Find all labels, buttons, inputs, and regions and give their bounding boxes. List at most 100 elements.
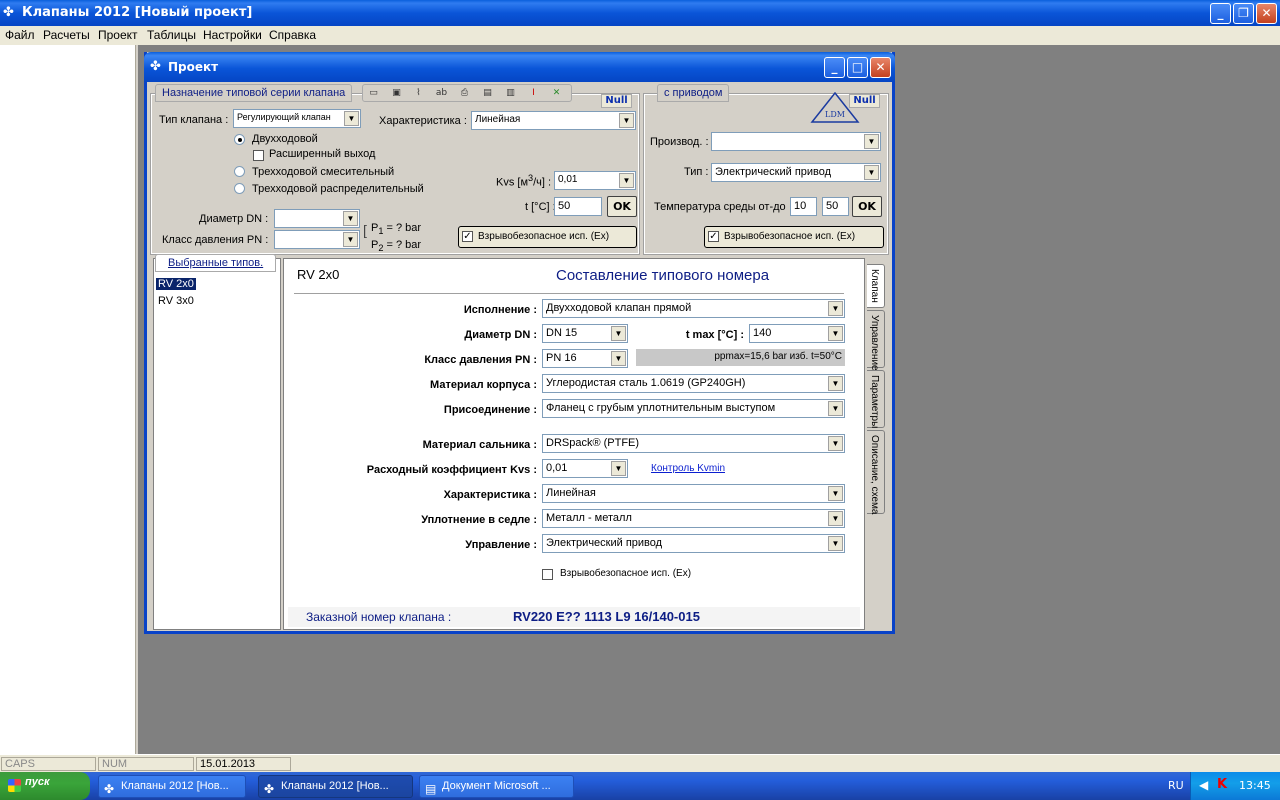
compose-panel: RV 2x0 Составление типового номера Испол… — [283, 258, 865, 630]
manufacturer-select[interactable]: ▼ — [711, 132, 881, 151]
menu-settings[interactable]: Настройки — [203, 28, 262, 42]
gland-material-value: DRSpack® (PTFE) — [546, 437, 640, 449]
radio-three-way-mixing[interactable] — [234, 166, 245, 177]
menu-project[interactable]: Проект — [98, 28, 138, 42]
connection-value: Фланец с грубым уплотнительным выступом — [546, 402, 776, 414]
tmax-value: 140 — [753, 327, 772, 339]
chevron-down-icon: ▼ — [619, 113, 634, 128]
seat-seal-select[interactable]: Металл - металл ▼ — [542, 509, 845, 528]
radio-three-way-distributing[interactable] — [234, 183, 245, 194]
pdf-export-icon[interactable]: ▥ — [502, 85, 519, 102]
kvs-value: 0,01 — [558, 174, 578, 185]
pn-select[interactable]: ▼ — [274, 230, 360, 249]
selected-list[interactable]: RV 2x0 RV 3x0 — [153, 258, 281, 630]
valve-type-select[interactable]: Регулирующий клапан ▼ — [233, 109, 361, 128]
temp-from-input[interactable]: 10 — [790, 197, 817, 216]
menu-calculations[interactable]: Расчеты — [43, 28, 90, 42]
kvs-select[interactable]: 0,01 ▼ — [554, 171, 636, 190]
compose-ex-label: Взрывобезопасное исп. (Ex) — [560, 568, 692, 579]
kaspersky-icon[interactable]: K — [1217, 777, 1227, 792]
characteristic-label: Характеристика : — [379, 115, 467, 127]
menu-file[interactable]: Файл — [5, 28, 35, 42]
t-input[interactable]: 50 — [554, 197, 602, 216]
ex-checkbox-box[interactable]: ✓ Взрывобезопасное исп. (Ex) — [458, 226, 637, 248]
extended-outlet-checkbox[interactable] — [253, 150, 264, 161]
list-item[interactable]: RV 2x0 — [156, 278, 196, 290]
lower-panel: RV 2x0 RV 3x0 Выбранные типов. RV 2x0 Со… — [151, 254, 887, 632]
kvs-label-text: Kvs [м — [496, 176, 529, 189]
series-tab[interactable]: Назначение типовой серии клапана — [155, 84, 353, 102]
execution-select[interactable]: Двухходовой клапан прямой ▼ — [542, 299, 845, 318]
temp-to-input[interactable]: 50 — [822, 197, 849, 216]
t-ok-button[interactable]: OK — [607, 196, 637, 217]
chevron-down-icon: ▼ — [864, 134, 879, 149]
tab-valve[interactable]: Клапан — [867, 264, 885, 308]
back-arrow-icon[interactable]: ◀ — [1199, 778, 1208, 792]
image-icon[interactable]: ▣ — [388, 85, 405, 102]
order-number-bar: Заказной номер клапана : RV220 E?? 1113 … — [288, 607, 860, 627]
flow-coefficient-select[interactable]: 0,01 ▼ — [542, 459, 628, 478]
excel-icon[interactable]: ✕ — [548, 85, 565, 102]
connection-label: Присоединение : — [443, 404, 537, 416]
language-indicator[interactable]: RU — [1168, 779, 1184, 792]
menu-help[interactable]: Справка — [269, 28, 316, 42]
list-item[interactable]: RV 3x0 — [156, 295, 196, 307]
tab-description[interactable]: Описание, схема — [867, 430, 885, 514]
flow-coefficient-value: 0,01 — [546, 462, 568, 474]
ex-checkbox[interactable]: ✓ — [462, 231, 473, 242]
chevron-down-icon: ▼ — [344, 111, 359, 126]
chevron-down-icon: ▼ — [828, 536, 843, 551]
minimize-button[interactable]: _ — [1210, 3, 1231, 24]
temp-ok-button[interactable]: OK — [852, 196, 882, 217]
task-valves-2[interactable]: ✤ Клапаны 2012 [Нов... — [258, 775, 413, 798]
control-select[interactable]: Электрический привод ▼ — [542, 534, 845, 553]
ex-label: Взрывобезопасное исп. (Ex) — [478, 231, 610, 242]
paperclip-icon[interactable]: ⌇ — [410, 85, 427, 102]
start-button[interactable]: пуск — [0, 772, 90, 800]
gland-material-select[interactable]: DRSpack® (PTFE) ▼ — [542, 434, 845, 453]
selected-tab[interactable]: Выбранные типов. — [155, 254, 277, 272]
connection-select[interactable]: Фланец с грубым уплотнительным выступом ▼ — [542, 399, 845, 418]
valve-type-label: Тип клапана : — [159, 114, 229, 126]
clock[interactable]: 13:45 — [1239, 779, 1271, 792]
project-close-button[interactable]: ✕ — [870, 57, 891, 78]
menu-tables[interactable]: Таблицы — [147, 28, 196, 42]
project-minimize-button[interactable]: _ — [824, 57, 845, 78]
pdf-icon[interactable]: ▤ — [479, 85, 496, 102]
pane-splitter[interactable] — [136, 45, 138, 754]
compose-dn-select[interactable]: DN 15 ▼ — [542, 324, 628, 343]
close-button[interactable]: ✕ — [1256, 3, 1277, 24]
drive-type-select[interactable]: Электрический привод ▼ — [711, 163, 881, 182]
kvmin-link[interactable]: Контроль Kvmin — [651, 463, 725, 474]
windows-logo-icon — [8, 779, 21, 792]
task-label: Документ Microsoft ... — [442, 780, 551, 792]
tmax-select[interactable]: 140 ▼ — [749, 324, 845, 343]
restore-button[interactable]: ❐ — [1233, 3, 1254, 24]
task-valves-1[interactable]: ✤ Клапаны 2012 [Нов... — [98, 775, 246, 798]
status-bar: CAPS NUM 15.01.2013 — [0, 754, 1280, 772]
screen-icon[interactable]: ▭ — [365, 85, 382, 102]
text-field-icon[interactable]: ab — [433, 85, 450, 102]
tab-control[interactable]: Управление — [867, 310, 885, 371]
system-tray: ◀ K 13:45 — [1190, 772, 1280, 800]
tab-parameters[interactable]: Параметры — [867, 370, 885, 428]
drive-ex-checkbox-box[interactable]: ✓ Взрывобезопасное исп. (Ex) — [704, 226, 884, 248]
compose-pn-select[interactable]: PN 16 ▼ — [542, 349, 628, 368]
project-maximize-button[interactable]: □ — [847, 57, 868, 78]
dn-select[interactable]: ▼ — [274, 209, 360, 228]
app-title-bar[interactable]: ✤ Клапаны 2012 [Новый проект] _ ❐ ✕ — [0, 0, 1280, 26]
task-word-document[interactable]: ▤ Документ Microsoft ... — [419, 775, 574, 798]
kvs-label-tail: /ч] : — [533, 176, 552, 189]
drive-tab[interactable]: с приводом — [657, 84, 730, 102]
characteristic-select[interactable]: Линейная ▼ — [471, 111, 636, 130]
body-material-select[interactable]: Углеродистая сталь 1.0619 (GP240GH) ▼ — [542, 374, 845, 393]
radio-two-way[interactable] — [234, 134, 245, 145]
chevron-down-icon: ▼ — [864, 165, 879, 180]
project-title: Проект — [168, 60, 219, 74]
project-title-bar[interactable]: ✤ Проект _ □ ✕ — [144, 52, 895, 82]
document-icon[interactable]: Ⅰ — [525, 85, 542, 102]
compose-ex-checkbox[interactable] — [542, 569, 553, 580]
drive-ex-checkbox[interactable]: ✓ — [708, 231, 719, 242]
printer-icon[interactable]: ⎙ — [456, 85, 473, 102]
compose-characteristic-select[interactable]: Линейная ▼ — [542, 484, 845, 503]
